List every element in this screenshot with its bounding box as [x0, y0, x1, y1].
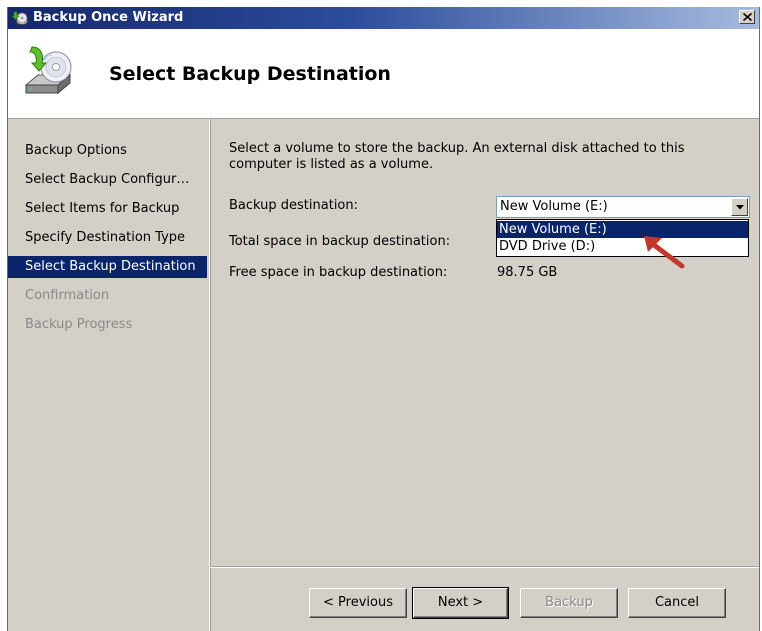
backup-once-wizard-window: Backup Once Wizard Select Backup Destina…: [7, 7, 760, 631]
backup-button: Backup: [520, 588, 618, 618]
nav-item-select-items-for-backup[interactable]: Select Items for Backup: [8, 198, 207, 220]
nav-item-backup-options[interactable]: Backup Options: [8, 140, 207, 162]
free-space-label: Free space in backup destination:: [229, 265, 448, 280]
instruction-text: Select a volume to store the backup. An …: [229, 141, 685, 172]
page-title: Select Backup Destination: [109, 63, 391, 85]
close-button[interactable]: [739, 10, 755, 24]
nav-item-backup-progress: Backup Progress: [25, 317, 133, 332]
free-space-value: 98.75 GB: [497, 265, 558, 280]
previous-button[interactable]: < Previous: [309, 588, 407, 618]
window-title: Backup Once Wizard: [33, 10, 184, 25]
dropdown-button[interactable]: [731, 198, 748, 216]
backup-disk-icon: [18, 41, 80, 103]
backup-destination-value: New Volume (E:): [500, 199, 608, 214]
footer-separator: [210, 566, 759, 568]
nav-item-specify-destination-type[interactable]: Specify Destination Type: [8, 227, 207, 249]
cancel-button[interactable]: Cancel: [628, 588, 726, 618]
nav-item-select-backup-configuration[interactable]: Select Backup Configur…: [8, 169, 207, 191]
backup-destination-label: Backup destination:: [229, 198, 359, 213]
nav-item-select-backup-destination[interactable]: Select Backup Destination: [8, 256, 207, 278]
next-button[interactable]: Next >: [412, 587, 509, 619]
wizard-content: Select a volume to store the backup. An …: [209, 119, 759, 631]
title-bar: Backup Once Wizard: [8, 7, 759, 29]
nav-item-confirmation: Confirmation: [25, 288, 110, 303]
wizard-steps-nav: Backup Options Select Backup Configur… S…: [8, 119, 207, 631]
red-arrow-annotation: [638, 232, 688, 276]
backup-wizard-icon: [11, 10, 28, 26]
wizard-header: Select Backup Destination: [8, 29, 759, 119]
total-space-label: Total space in backup destination:: [229, 234, 451, 249]
dropdown-option-dvd-drive-d[interactable]: DVD Drive (D:): [497, 238, 748, 255]
dropdown-option-new-volume-e[interactable]: New Volume (E:): [497, 221, 748, 238]
destination-dropdown-list: New Volume (E:) DVD Drive (D:): [496, 219, 749, 257]
backup-destination-select[interactable]: New Volume (E:): [496, 196, 750, 218]
